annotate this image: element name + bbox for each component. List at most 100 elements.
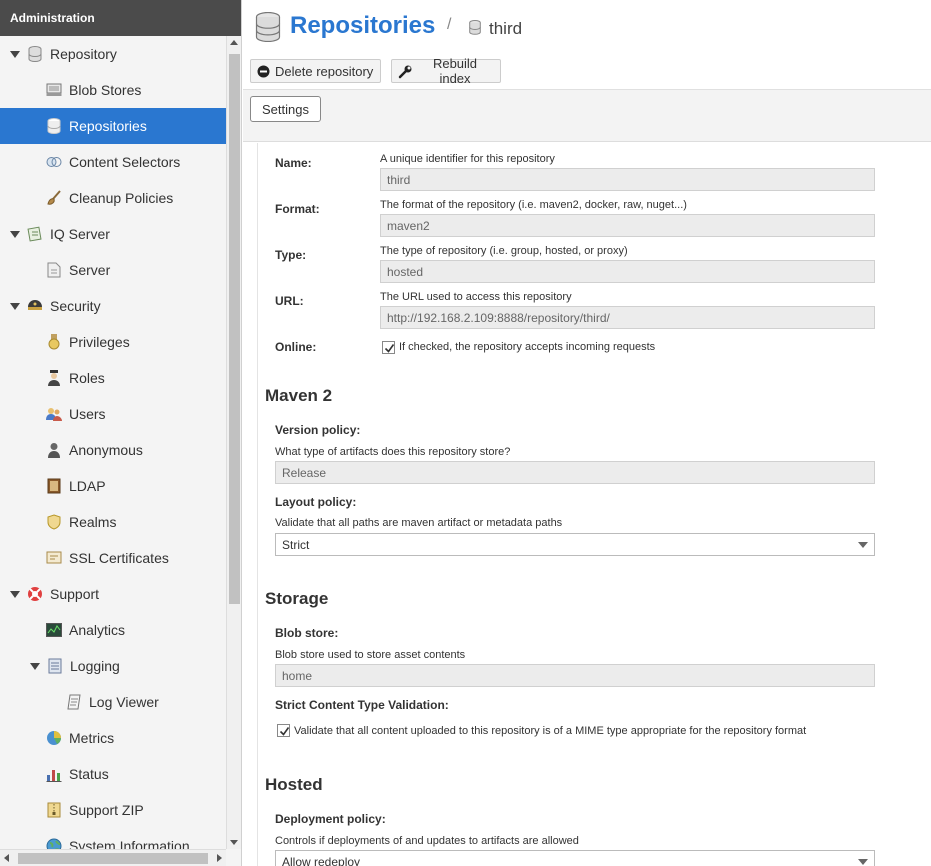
tree-item-server[interactable]: Server — [0, 252, 226, 288]
url-help: The URL used to access this repository — [380, 291, 572, 303]
format-label: Format: — [275, 202, 320, 216]
tree-item-label: Repository — [50, 46, 117, 62]
url-field[interactable]: http://192.168.2.109:8888/repository/thi… — [380, 306, 875, 329]
storage-section-heading: Storage — [265, 589, 329, 608]
deployment-policy-select[interactable]: Allow redeploy — [275, 850, 875, 866]
zip-icon — [46, 802, 62, 818]
tree-item-support[interactable]: Support — [0, 576, 226, 612]
tab-settings[interactable]: Settings — [250, 96, 321, 122]
blob-store-help: Blob store used to store asset contents — [275, 649, 466, 661]
tree-item-privileges[interactable]: Privileges — [0, 324, 226, 360]
deployment-policy-value: Allow redeploy — [282, 855, 361, 866]
caret-down-icon[interactable] — [10, 51, 20, 58]
tree-item-support-zip[interactable]: Support ZIP — [0, 792, 226, 828]
tree-item-label: Repositories — [69, 118, 147, 134]
tree-item-label: Users — [69, 406, 106, 422]
tree-item-label: Roles — [69, 370, 105, 386]
database-icon — [46, 118, 62, 134]
hosted-section-heading: Hosted — [265, 775, 323, 794]
tree-item-security[interactable]: Security — [0, 288, 226, 324]
tree-item-anonymous[interactable]: Anonymous — [0, 432, 226, 468]
tree-item-logging[interactable]: Logging — [0, 648, 226, 684]
version-policy-select[interactable]: Release — [275, 461, 875, 484]
tree-item-repository[interactable]: Repository — [0, 36, 226, 72]
tree-item-label: Status — [69, 766, 109, 782]
url-label: URL: — [275, 294, 304, 308]
caret-down-icon[interactable] — [10, 591, 20, 598]
scroll-right-arrow-icon[interactable] — [217, 854, 222, 862]
shield-icon — [46, 514, 62, 530]
online-checkbox[interactable] — [382, 341, 395, 354]
breadcrumb-current[interactable]: third — [489, 19, 522, 39]
breadcrumb-separator: / — [447, 16, 452, 33]
tree-item-content-selectors[interactable]: Content Selectors — [0, 144, 226, 180]
tree-item-users[interactable]: Users — [0, 396, 226, 432]
caret-down-icon[interactable] — [30, 663, 40, 670]
tree-item-metrics[interactable]: Metrics — [0, 720, 226, 756]
log-viewer-icon — [66, 694, 82, 710]
tree-item-label: System Information — [69, 838, 190, 849]
scroll-up-arrow-icon[interactable] — [230, 40, 238, 45]
layout-policy-select[interactable]: Strict — [275, 533, 875, 556]
anonymous-icon — [46, 442, 62, 458]
tree-item-realms[interactable]: Realms — [0, 504, 226, 540]
blob-store-label: Blob store: — [275, 626, 339, 640]
role-icon — [46, 370, 62, 386]
sidebar-horizontal-scrollbar[interactable] — [0, 849, 226, 866]
tree-item-repositories[interactable]: Repositories — [0, 108, 226, 144]
type-label: Type: — [275, 248, 307, 262]
tree-item-log-viewer[interactable]: Log Viewer — [0, 684, 226, 720]
tree-item-cleanup-policies[interactable]: Cleanup Policies — [0, 180, 226, 216]
tree-item-ldap[interactable]: LDAP — [0, 468, 226, 504]
tree-item-system-information[interactable]: System Information — [0, 828, 226, 849]
scroll-down-arrow-icon[interactable] — [230, 840, 238, 845]
database-icon — [469, 20, 481, 38]
database-icon — [27, 46, 43, 62]
strict-content-checkbox[interactable] — [277, 724, 290, 737]
layout-policy-value: Strict — [282, 538, 310, 552]
pie-chart-icon — [46, 730, 62, 746]
rebuild-index-button[interactable]: Rebuild index — [391, 56, 501, 86]
tree-item-label: Log Viewer — [89, 694, 159, 710]
tree-item-iq-server[interactable]: IQ Server — [0, 216, 226, 252]
tree-item-status[interactable]: Status — [0, 756, 226, 792]
name-field[interactable]: third — [380, 168, 875, 191]
minus-circle-icon — [257, 65, 270, 81]
chevron-down-icon[interactable] — [858, 859, 868, 865]
type-field[interactable]: hosted — [380, 260, 875, 283]
tree-item-label: Metrics — [69, 730, 115, 746]
tree-item-label: Server — [69, 262, 111, 278]
strict-content-checkbox-label: Validate that all content uploaded to th… — [294, 725, 807, 737]
layout-policy-help: Validate that all paths are maven artifa… — [275, 517, 563, 529]
tree-item-label: Blob Stores — [69, 82, 142, 98]
blob-store-field[interactable]: home — [275, 664, 875, 687]
delete-repository-button[interactable]: Delete repository — [250, 59, 381, 83]
tree-item-analytics[interactable]: Analytics — [0, 612, 226, 648]
scrollbar-thumb[interactable] — [229, 54, 240, 604]
tree-item-ssl-certificates[interactable]: SSL Certificates — [0, 540, 226, 576]
tree-item-blob-stores[interactable]: Blob Stores — [0, 72, 226, 108]
version-policy-label: Version policy: — [275, 423, 361, 437]
caret-down-icon[interactable] — [10, 231, 20, 238]
title-bar: Repositories / third — [243, 0, 931, 56]
tree-item-label: Privileges — [69, 334, 130, 350]
format-field[interactable]: maven2 — [380, 214, 875, 237]
caret-down-icon[interactable] — [10, 303, 20, 310]
security-icon — [27, 298, 43, 314]
tree-item-label: LDAP — [69, 478, 106, 494]
toolbar: Delete repository Rebuild index — [243, 56, 931, 90]
users-icon — [46, 406, 62, 422]
sidebar-vertical-scrollbar[interactable] — [226, 36, 241, 849]
scroll-left-arrow-icon[interactable] — [4, 854, 9, 862]
chevron-down-icon[interactable] — [858, 542, 868, 548]
version-policy-help: What type of artifacts does this reposit… — [275, 446, 511, 458]
name-help: A unique identifier for this repository — [380, 153, 555, 165]
tree-item-roles[interactable]: Roles — [0, 360, 226, 396]
tab-bar: Settings — [243, 90, 931, 142]
online-label: Online: — [275, 340, 317, 354]
rebuild-index-label: Rebuild index — [432, 56, 478, 86]
document-icon — [46, 262, 62, 278]
tree-item-label: Security — [50, 298, 101, 314]
scrollbar-thumb[interactable] — [18, 853, 208, 864]
medal-icon — [46, 334, 62, 350]
